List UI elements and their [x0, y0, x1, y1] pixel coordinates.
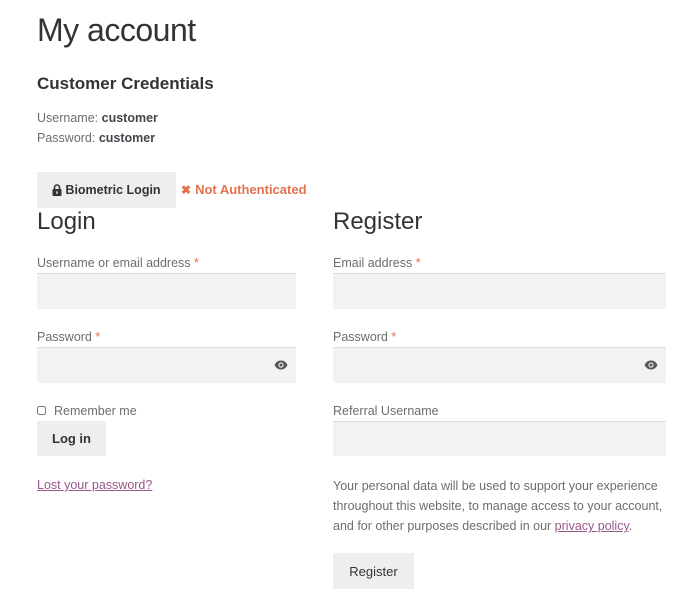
page-title: My account: [37, 12, 196, 48]
register-email-label: Email address *: [333, 256, 421, 270]
password-label: Password:: [37, 131, 96, 145]
required-mark: *: [391, 330, 397, 344]
lost-password-link[interactable]: Lost your password?: [37, 478, 152, 492]
login-button[interactable]: Log in: [37, 421, 106, 456]
credentials-username: Username: customer: [37, 111, 158, 125]
password-value: customer: [98, 131, 156, 145]
login-username-label-text: Username or email address: [37, 256, 191, 270]
privacy-notice: Your personal data will be used to suppo…: [333, 476, 673, 536]
required-mark: *: [95, 330, 101, 344]
login-password-label: Password *: [37, 330, 100, 344]
username-label: Username:: [37, 111, 99, 125]
login-username-input[interactable]: [37, 273, 296, 309]
privacy-policy-link[interactable]: privacy policy: [555, 519, 629, 533]
username-value: customer: [101, 111, 158, 125]
referral-username-input[interactable]: [333, 421, 666, 456]
register-password-label-text: Password: [333, 330, 388, 344]
required-mark: *: [194, 256, 199, 270]
login-password-label-text: Password: [37, 330, 92, 344]
register-title: Register: [333, 208, 423, 235]
login-title: Login: [37, 208, 96, 235]
register-email-label-text: Email address: [333, 256, 413, 270]
credentials-password: Password: customer: [37, 131, 155, 145]
biometric-login-label: Biometric Login: [65, 183, 161, 197]
register-email-input[interactable]: [333, 273, 666, 309]
privacy-end: .: [628, 519, 633, 533]
credentials-title: Customer Credentials: [37, 74, 214, 93]
show-password-login[interactable]: [272, 357, 290, 373]
login-username-label: Username or email address *: [37, 256, 199, 270]
register-password-label: Password *: [333, 330, 396, 344]
eye-icon: [644, 360, 658, 370]
lock-icon: [52, 184, 62, 196]
register-button[interactable]: Register: [333, 553, 414, 589]
remember-me-checkbox[interactable]: [37, 406, 46, 415]
close-icon: ✖: [181, 182, 192, 197]
register-password-input[interactable]: [333, 347, 666, 383]
auth-status: ✖ Not Authenticated: [181, 182, 307, 197]
biometric-login-button[interactable]: Biometric Login: [37, 172, 176, 208]
auth-status-text: Not Authenticated: [195, 182, 307, 197]
login-password-input[interactable]: [37, 347, 296, 383]
required-mark: *: [415, 256, 421, 270]
referral-username-label: Referral Username: [333, 404, 439, 418]
eye-icon: [274, 360, 288, 370]
show-password-register[interactable]: [642, 357, 660, 373]
remember-me-label[interactable]: Remember me: [54, 404, 137, 418]
